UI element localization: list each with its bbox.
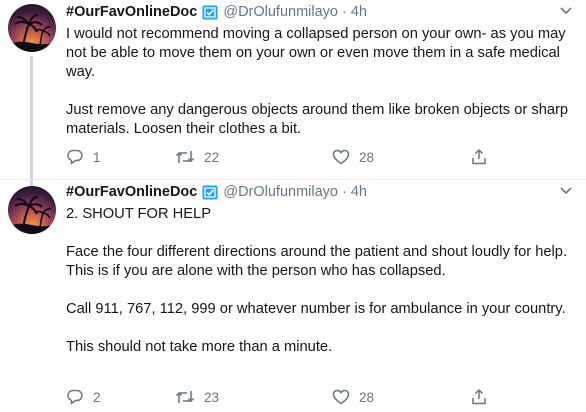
tweet-paragraph: I would not recommend moving a collapsed…: [66, 26, 566, 80]
palm-tree-sunset-image: [8, 196, 56, 234]
tweet-header: #OurFavOnlineDoc @DrOlufunmilayo · 4h: [66, 182, 367, 202]
tweet-paragraph: Just remove any dangerous objects around…: [66, 102, 569, 137]
like-icon: [332, 389, 350, 405]
author-handle[interactable]: @DrOlufunmilayo: [223, 184, 338, 200]
share-button[interactable]: [470, 386, 488, 408]
like-count: 28: [359, 149, 375, 165]
timestamp[interactable]: 4h: [351, 4, 367, 20]
share-button[interactable]: [470, 146, 488, 168]
author-name[interactable]: #OurFavOnlineDoc: [66, 184, 197, 200]
avatar-column: [8, 180, 56, 412]
separator-dot: ·: [341, 184, 347, 200]
share-icon: [472, 149, 486, 165]
retweet-button[interactable]: 23: [175, 386, 219, 408]
author-name[interactable]: #OurFavOnlineDoc: [66, 4, 197, 20]
retweet-button[interactable]: 22: [175, 146, 219, 168]
chevron-down-icon[interactable]: [558, 4, 574, 18]
thread-connector-line: [30, 56, 33, 186]
reply-button[interactable]: 2: [66, 386, 101, 408]
tweet[interactable]: #OurFavOnlineDoc @DrOlufunmilayo · 4h I …: [0, 0, 586, 186]
author-handle[interactable]: @DrOlufunmilayo: [223, 4, 338, 20]
retweet-count: 22: [204, 149, 220, 165]
retweet-icon: [175, 151, 195, 163]
reply-count: 1: [93, 149, 101, 165]
reply-icon: [67, 149, 83, 165]
reply-count: 2: [93, 389, 101, 405]
tweet-text: I would not recommend moving a collapsed…: [66, 25, 578, 139]
tweet-paragraph: This should not take more than a minute.: [66, 339, 333, 355]
avatar-column: [8, 0, 56, 186]
retweet-count: 23: [204, 389, 220, 405]
like-icon: [332, 149, 350, 165]
avatar[interactable]: [8, 186, 56, 234]
retweet-icon: [175, 391, 195, 403]
tweet-paragraph: Face the four different directions aroun…: [66, 244, 568, 279]
like-button[interactable]: 28: [332, 146, 374, 168]
tweet-actions: 1 22 28: [66, 146, 506, 168]
reply-icon: [67, 389, 83, 405]
separator-dot: ·: [341, 4, 347, 20]
tweet[interactable]: #OurFavOnlineDoc @DrOlufunmilayo · 4h 2.…: [0, 180, 586, 412]
tweet-paragraph: Call 911, 767, 112, 999 or whatever numb…: [66, 301, 566, 317]
palm-tree-sunset-image: [8, 14, 56, 52]
timestamp[interactable]: 4h: [351, 184, 367, 200]
reply-button[interactable]: 1: [66, 146, 101, 168]
verified-badge-icon: [202, 185, 218, 199]
share-icon: [472, 389, 486, 405]
tweet-text: 2. SHOUT FOR HELP Face the four differen…: [66, 205, 578, 357]
chevron-down-icon[interactable]: [558, 184, 574, 198]
tweet-header: #OurFavOnlineDoc @DrOlufunmilayo · 4h: [66, 2, 367, 22]
like-button[interactable]: 28: [332, 386, 374, 408]
avatar[interactable]: [8, 4, 56, 52]
like-count: 28: [359, 389, 375, 405]
tweet-paragraph: 2. SHOUT FOR HELP: [66, 206, 212, 222]
verified-badge-icon: [202, 5, 218, 19]
tweet-actions: 2 23 28: [66, 386, 506, 408]
